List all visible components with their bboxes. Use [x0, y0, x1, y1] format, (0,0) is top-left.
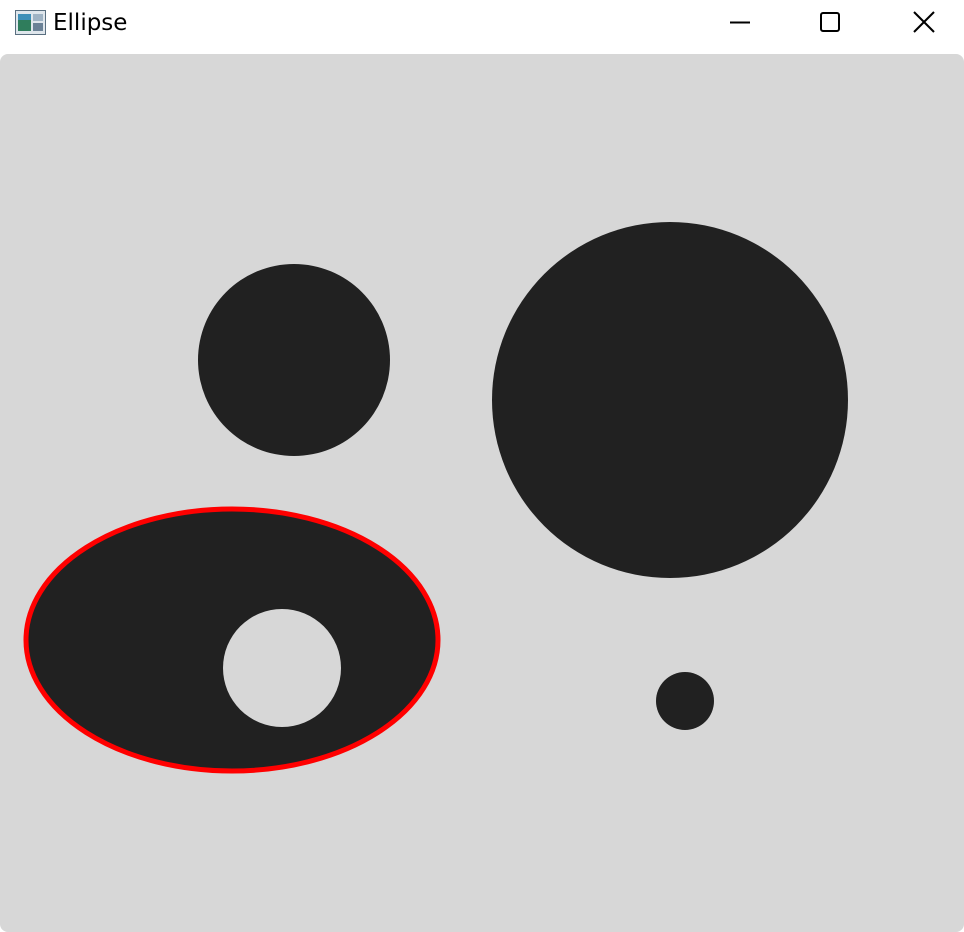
- small-circle: [656, 672, 714, 730]
- image-canvas: [0, 54, 964, 932]
- image-viewer-app-icon: [15, 10, 46, 35]
- close-button[interactable]: [901, 0, 947, 46]
- image-svg: [0, 54, 964, 932]
- minimize-icon: [730, 21, 750, 24]
- minimize-button[interactable]: [717, 0, 763, 46]
- close-icon: [913, 11, 935, 33]
- medium-circle: [198, 264, 390, 456]
- ellipse-with-hole: [23, 506, 441, 774]
- ellipse-hole: [223, 609, 341, 727]
- title-bar[interactable]: Ellipse: [0, 0, 964, 54]
- app-window: Ellipse: [0, 0, 964, 932]
- maximize-button[interactable]: [807, 0, 853, 46]
- window-title: Ellipse: [53, 10, 128, 36]
- large-circle: [492, 222, 848, 578]
- maximize-icon: [820, 12, 840, 32]
